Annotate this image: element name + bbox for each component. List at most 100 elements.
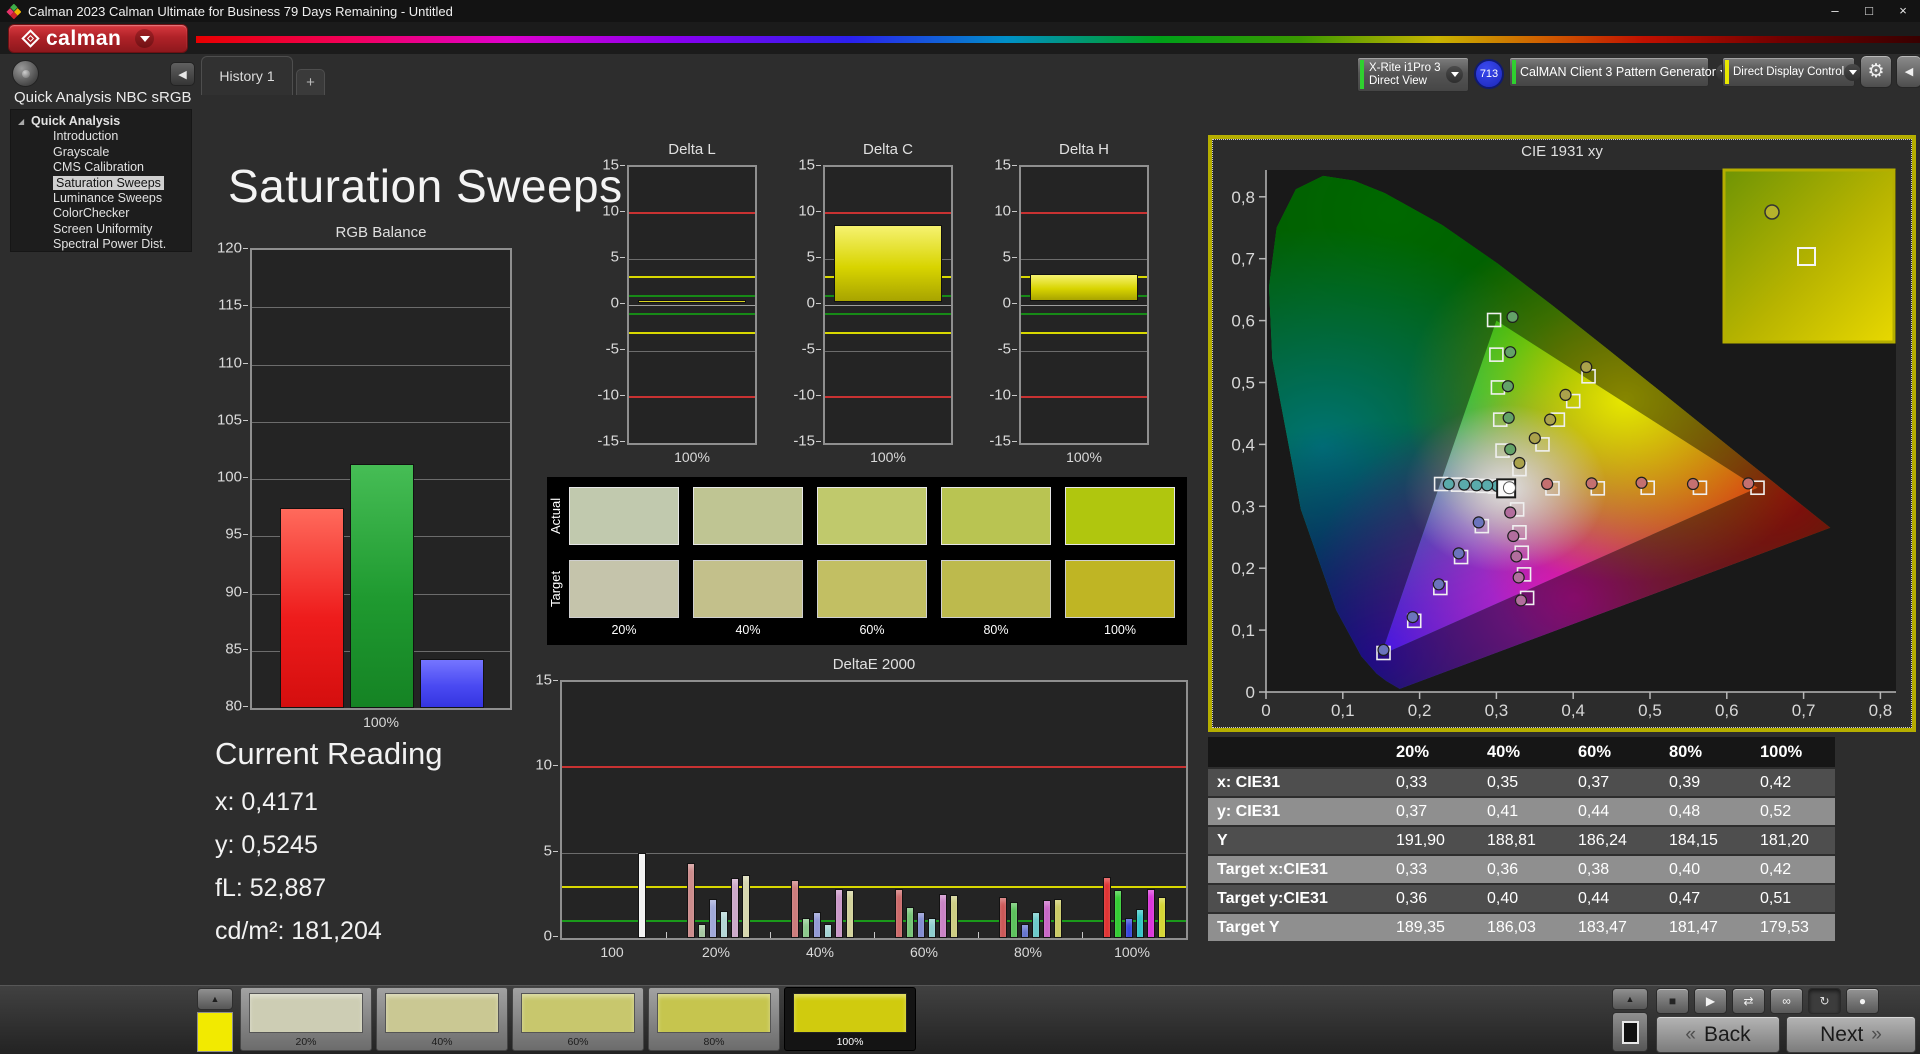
sidebar-item-colorchecker[interactable]: ColorChecker <box>11 206 191 221</box>
pattern-button-20%[interactable]: 20% <box>240 987 372 1051</box>
sidebar-item-screen-uniformity[interactable]: Screen Uniformity <box>11 222 191 237</box>
y-tick-label: -5 <box>801 340 815 358</box>
table-cell: 0,40 <box>1487 889 1519 907</box>
app-icon <box>6 3 21 19</box>
deltae-bar <box>1135 908 1144 938</box>
close-button[interactable]: × <box>1886 0 1920 22</box>
pattern-button-60%[interactable]: 60% <box>512 987 644 1051</box>
table-row-label: Y <box>1217 831 1228 849</box>
calman-menu-button[interactable]: calman <box>8 24 188 53</box>
green-measured-point <box>1504 443 1517 456</box>
meter-dropdown[interactable]: X-Rite i1Pro 3 Direct View <box>1357 57 1469 92</box>
sidebar-item-introduction[interactable]: Introduction <box>11 129 191 144</box>
back-button-label: Back <box>1703 1022 1751 1046</box>
pattern-button-80%[interactable]: 80% <box>648 987 780 1051</box>
source-dropdown[interactable]: CalMAN Client 3 Pattern Generator <box>1509 57 1733 87</box>
y-tick-label: -10 <box>793 386 815 404</box>
y-tick-mark <box>816 165 821 166</box>
session-nav-button[interactable] <box>12 60 39 87</box>
sidebar-collapse-button[interactable]: ◀ <box>170 62 195 86</box>
y-tick-label: 105 <box>216 411 242 429</box>
red-measured-point <box>1585 477 1598 490</box>
table-cell: 179,53 <box>1760 918 1809 936</box>
actual-swatch-40% <box>693 487 803 545</box>
pattern-panel-expand-button[interactable]: ▲ <box>197 988 233 1010</box>
y-tick-mark <box>620 257 625 258</box>
tree-expanded-icon[interactable]: ◢ <box>18 114 24 129</box>
meter-status-indicator <box>1360 60 1364 89</box>
refresh-button[interactable]: ↻ <box>1808 988 1841 1014</box>
display-control-dropdown[interactable]: Direct Display Control <box>1722 57 1862 87</box>
add-tab-button[interactable]: + <box>296 69 325 95</box>
settings-button[interactable]: ⚙ <box>1860 55 1892 88</box>
pattern-button-40%[interactable]: 40% <box>376 987 508 1051</box>
deltae-bar <box>697 924 706 938</box>
y-tick-label: 15 <box>994 156 1011 174</box>
svg-text:0,8: 0,8 <box>1869 701 1893 720</box>
table-cell: 0,35 <box>1487 773 1519 791</box>
swatch-comparison-panel: Actual Target 20% 40% 60% 80% 100% <box>547 477 1187 645</box>
svg-text:0,3: 0,3 <box>1231 497 1255 516</box>
swatch-column-label: 80% <box>983 623 1009 637</box>
record-button[interactable]: ● <box>1846 988 1879 1014</box>
calman-logo-icon <box>21 29 40 48</box>
svg-text:0,5: 0,5 <box>1638 701 1662 720</box>
pattern-delay-badge[interactable]: 713 <box>1474 59 1504 89</box>
table-cell: 0,37 <box>1396 802 1428 820</box>
workflow-title: Quick Analysis NBC sRGB <box>14 89 192 106</box>
table-header-cell: 40% <box>1487 742 1521 761</box>
table-cell: 0,48 <box>1669 802 1701 820</box>
green-measured-point <box>1501 380 1515 393</box>
minimize-button[interactable]: – <box>1818 0 1852 22</box>
play-button[interactable]: ▶ <box>1694 988 1727 1014</box>
sidebar-item-saturation-sweeps[interactable]: Saturation Sweeps <box>11 175 191 191</box>
next-button[interactable]: Next » <box>1786 1016 1916 1053</box>
swatch-column-label: 100% <box>1104 623 1136 637</box>
sidebar-item-spectral-power-dist[interactable]: Spectral Power Dist. <box>11 237 191 252</box>
y-tick-label: -15 <box>793 432 815 450</box>
transport-panel-expand-button[interactable]: ▲ <box>1612 988 1648 1010</box>
magenta-measured-point <box>1504 506 1517 519</box>
sidebar-item-grayscale[interactable]: Grayscale <box>11 145 191 160</box>
back-button[interactable]: « Back <box>1656 1016 1780 1053</box>
y-tick-mark <box>816 257 821 258</box>
y-tick-label: 10 <box>994 202 1011 220</box>
table-cell: 0,47 <box>1669 889 1701 907</box>
sidebar-item-cms-calibration[interactable]: CMS Calibration <box>11 160 191 175</box>
pattern-button-label: 100% <box>836 1036 864 1048</box>
tab-history-1[interactable]: History 1 <box>201 56 293 95</box>
blue-measured-point <box>1472 516 1485 529</box>
reference-line <box>1021 331 1147 334</box>
pattern-window-button[interactable] <box>1612 1012 1648 1052</box>
y-tick-mark <box>553 936 558 937</box>
y-tick-mark <box>1012 395 1017 396</box>
deltae-bar <box>708 898 717 938</box>
deltae-bar <box>834 888 843 938</box>
y-tick-label: 0 <box>1002 294 1011 312</box>
target-swatch-60% <box>817 560 927 618</box>
gridline <box>252 307 510 309</box>
sidebar-item-label: Luminance Sweeps <box>53 190 163 205</box>
y-tick-mark <box>620 395 625 396</box>
delta-c-y-axis: 15 10 5 0 -5 -10 -15 <box>773 157 821 450</box>
sidebar-item-luminance-sweeps[interactable]: Luminance Sweeps <box>11 191 191 206</box>
panel-collapse-button[interactable]: ◀ <box>1896 55 1920 88</box>
deltae-bar <box>1031 912 1040 938</box>
y-tick-label: 15 <box>535 671 552 689</box>
pattern-button-100%[interactable]: 100% <box>784 987 916 1051</box>
sidebar-item-quick-analysis[interactable]: ◢ Quick Analysis <box>11 114 191 129</box>
table-cell: 189,35 <box>1396 918 1445 936</box>
loop-button[interactable]: ∞ <box>1770 988 1803 1014</box>
stop-button[interactable]: ■ <box>1656 988 1689 1014</box>
table-cell: 181,20 <box>1760 831 1809 849</box>
pattern-button-label: 60% <box>567 1036 589 1048</box>
target-swatch-100% <box>1065 560 1175 618</box>
y-tick-mark <box>1012 441 1017 442</box>
blue-measured-point <box>1432 578 1445 591</box>
maximize-button[interactable]: □ <box>1852 0 1886 22</box>
gridline <box>825 351 951 352</box>
deltae-bar <box>998 897 1007 938</box>
skip-button[interactable]: ⇄ <box>1732 988 1765 1014</box>
y-tick-mark <box>1012 257 1017 258</box>
deltae-group-label: 100 <box>600 944 624 960</box>
